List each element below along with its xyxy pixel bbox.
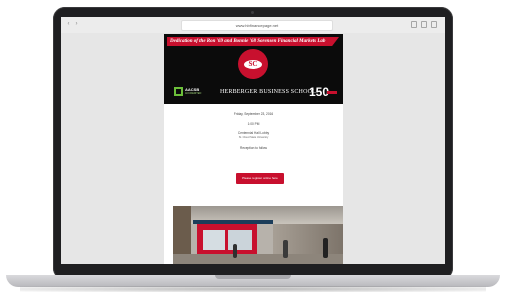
aacsb-icon (174, 87, 183, 96)
render-floor (173, 254, 343, 264)
event-reception: Reception to follow (240, 146, 267, 150)
add-tab-icon[interactable] (431, 21, 437, 28)
laptop-shadow (20, 286, 486, 292)
event-location: Centennial Hall Lobby (237, 131, 270, 135)
banner-title: Dedication of the Ron '69 and Bonnie '68… (170, 39, 326, 44)
tabs-icon[interactable] (421, 21, 427, 28)
forward-icon[interactable]: › (73, 21, 80, 28)
render-glass-left (203, 230, 225, 250)
camera-dot (251, 11, 254, 14)
aacsb-sub-label: ACCREDITED (185, 92, 202, 95)
render-person (323, 238, 328, 258)
laptop-notch (215, 275, 291, 279)
address-bar[interactable]: www.hbfinancepage.net (181, 20, 333, 31)
event-university: St. Cloud State University (238, 136, 269, 139)
render-glass-right (228, 230, 252, 250)
school-name: HERBERGER BUSINESS SCHOOL (220, 89, 317, 95)
lab-rendering-image (173, 206, 343, 264)
event-time: 1:00 PM (247, 122, 260, 126)
email-invitation: Dedication of the Ron '69 and Bonnie '68… (164, 34, 343, 264)
share-icon[interactable] (411, 21, 417, 28)
register-button[interactable]: Please register online here (236, 173, 284, 184)
email-banner: Dedication of the Ron '69 and Bonnie '68… (164, 34, 343, 104)
event-date: Friday, September 23, 2016 (233, 112, 274, 116)
back-icon[interactable]: ‹ (65, 21, 72, 28)
browser-toolbar: ‹ › www.hbfinancepage.net (61, 17, 445, 34)
laptop-screen: ‹ › www.hbfinancepage.net Dedication of … (61, 17, 445, 264)
render-person (283, 240, 288, 258)
render-person (233, 244, 237, 258)
logo-text: SC (248, 60, 258, 68)
anniversary-bar (327, 91, 337, 94)
